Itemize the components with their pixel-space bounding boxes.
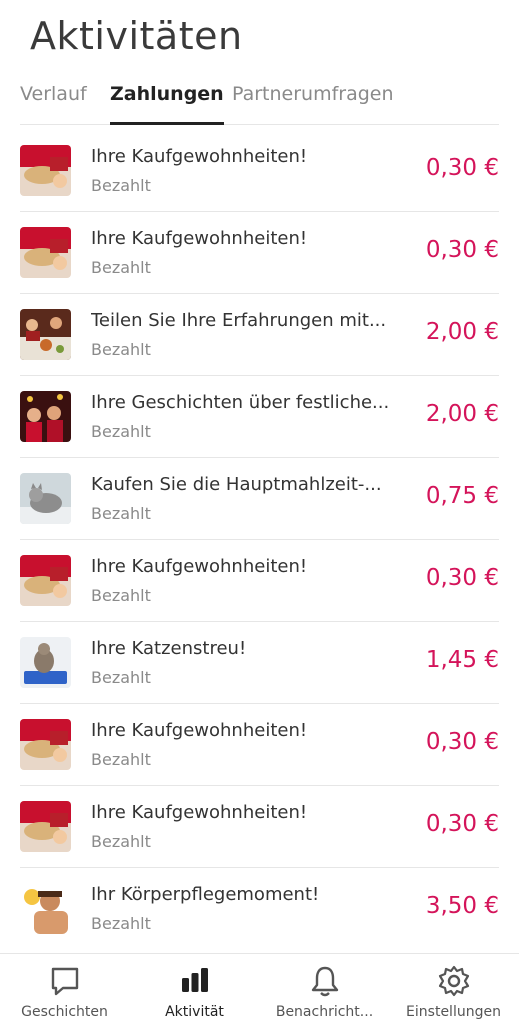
gear-icon <box>438 965 469 997</box>
nav-geschichten[interactable]: Geschichten <box>0 954 129 1024</box>
payments-list: Ihre Kaufgewohnheiten! Bezahlt 0,30 € Ih… <box>20 130 499 949</box>
payment-title: Ihre Katzenstreu! <box>91 638 247 659</box>
payment-amount: 0,30 € <box>425 155 499 181</box>
nav-label: Einstellungen <box>406 1004 501 1020</box>
payment-status: Bezahlt <box>91 750 151 769</box>
cat-litter-photo-icon <box>20 637 71 688</box>
list-item[interactable]: Ihre Kaufgewohnheiten! Bezahlt 0,30 € <box>20 704 499 786</box>
shopping-photo-icon <box>20 719 71 770</box>
shopping-photo-icon <box>20 227 71 278</box>
nav-benachrichtigungen[interactable]: Benachricht... <box>260 954 389 1024</box>
payment-title: Ihre Kaufgewohnheiten! <box>91 228 308 249</box>
party-photo-icon <box>20 391 71 442</box>
payment-amount: 3,50 € <box>425 893 499 919</box>
bottom-navigation: Geschichten Aktivität Benachricht... Ein… <box>0 953 519 1024</box>
payment-amount: 2,00 € <box>425 401 499 427</box>
payment-status: Bezahlt <box>91 258 151 277</box>
tab-partnerumfragen[interactable]: Partnerumfragen <box>232 80 394 124</box>
nav-aktivitaet[interactable]: Aktivität <box>130 954 259 1024</box>
payment-amount: 0,30 € <box>425 811 499 837</box>
payment-status: Bezahlt <box>91 340 151 359</box>
payment-title: Ihre Kaufgewohnheiten! <box>91 802 308 823</box>
payment-title: Ihre Kaufgewohnheiten! <box>91 146 308 167</box>
payment-amount: 0,30 € <box>425 729 499 755</box>
chat-bubble-icon <box>51 967 78 996</box>
payment-title: Teilen Sie Ihre Erfahrungen mit... <box>91 310 387 331</box>
list-item[interactable]: Ihre Kaufgewohnheiten! Bezahlt 0,30 € <box>20 786 499 868</box>
payment-amount: 0,30 € <box>425 237 499 263</box>
cat-photo-icon <box>20 473 71 524</box>
payment-title: Ihr Körperpflegemoment! <box>91 884 320 905</box>
payment-status: Bezahlt <box>91 586 151 605</box>
payment-status: Bezahlt <box>91 668 151 687</box>
list-item[interactable]: Ihre Kaufgewohnheiten! Bezahlt 0,30 € <box>20 540 499 622</box>
payment-status: Bezahlt <box>91 832 151 851</box>
bell-icon <box>311 966 338 997</box>
shopping-photo-icon <box>20 801 71 852</box>
payment-amount: 2,00 € <box>425 319 499 345</box>
list-item[interactable]: Ihre Katzenstreu! Bezahlt 1,45 € <box>20 622 499 704</box>
payment-title: Ihre Kaufgewohnheiten! <box>91 556 308 577</box>
payment-status: Bezahlt <box>91 422 151 441</box>
list-item[interactable]: Kaufen Sie die Hauptmahlzeit-... Bezahlt… <box>20 458 499 540</box>
nav-label: Geschichten <box>21 1004 108 1020</box>
page-title: Aktivitäten <box>30 14 243 58</box>
list-item[interactable]: Ihre Kaufgewohnheiten! Bezahlt 0,30 € <box>20 212 499 294</box>
tab-bar: Verlauf Zahlungen Partnerumfragen <box>20 80 499 125</box>
payment-amount: 0,75 € <box>425 483 499 509</box>
tab-verlauf[interactable]: Verlauf <box>20 80 87 124</box>
list-item[interactable]: Ihre Geschichten über festliche... Bezah… <box>20 376 499 458</box>
tab-zahlungen[interactable]: Zahlungen <box>110 80 224 125</box>
payment-title: Ihre Kaufgewohnheiten! <box>91 720 308 741</box>
payment-title: Kaufen Sie die Hauptmahlzeit-... <box>91 474 382 495</box>
list-item[interactable]: Ihre Kaufgewohnheiten! Bezahlt 0,30 € <box>20 130 499 212</box>
nav-einstellungen[interactable]: Einstellungen <box>389 954 518 1024</box>
personal-care-photo-icon <box>20 883 71 934</box>
payment-status: Bezahlt <box>91 176 151 195</box>
list-item[interactable]: Ihr Körperpflegemoment! Bezahlt 3,50 € <box>20 868 499 949</box>
list-item[interactable]: Teilen Sie Ihre Erfahrungen mit... Bezah… <box>20 294 499 376</box>
shopping-photo-icon <box>20 555 71 606</box>
nav-label: Aktivität <box>165 1004 224 1020</box>
payment-amount: 1,45 € <box>425 647 499 673</box>
dinner-photo-icon <box>20 309 71 360</box>
nav-label: Benachricht... <box>275 1004 374 1020</box>
payment-title: Ihre Geschichten über festliche... <box>91 392 390 413</box>
bar-chart-icon <box>181 968 208 992</box>
payment-status: Bezahlt <box>91 504 151 523</box>
payment-amount: 0,30 € <box>425 565 499 591</box>
shopping-photo-icon <box>20 145 71 196</box>
payment-status: Bezahlt <box>91 914 151 933</box>
